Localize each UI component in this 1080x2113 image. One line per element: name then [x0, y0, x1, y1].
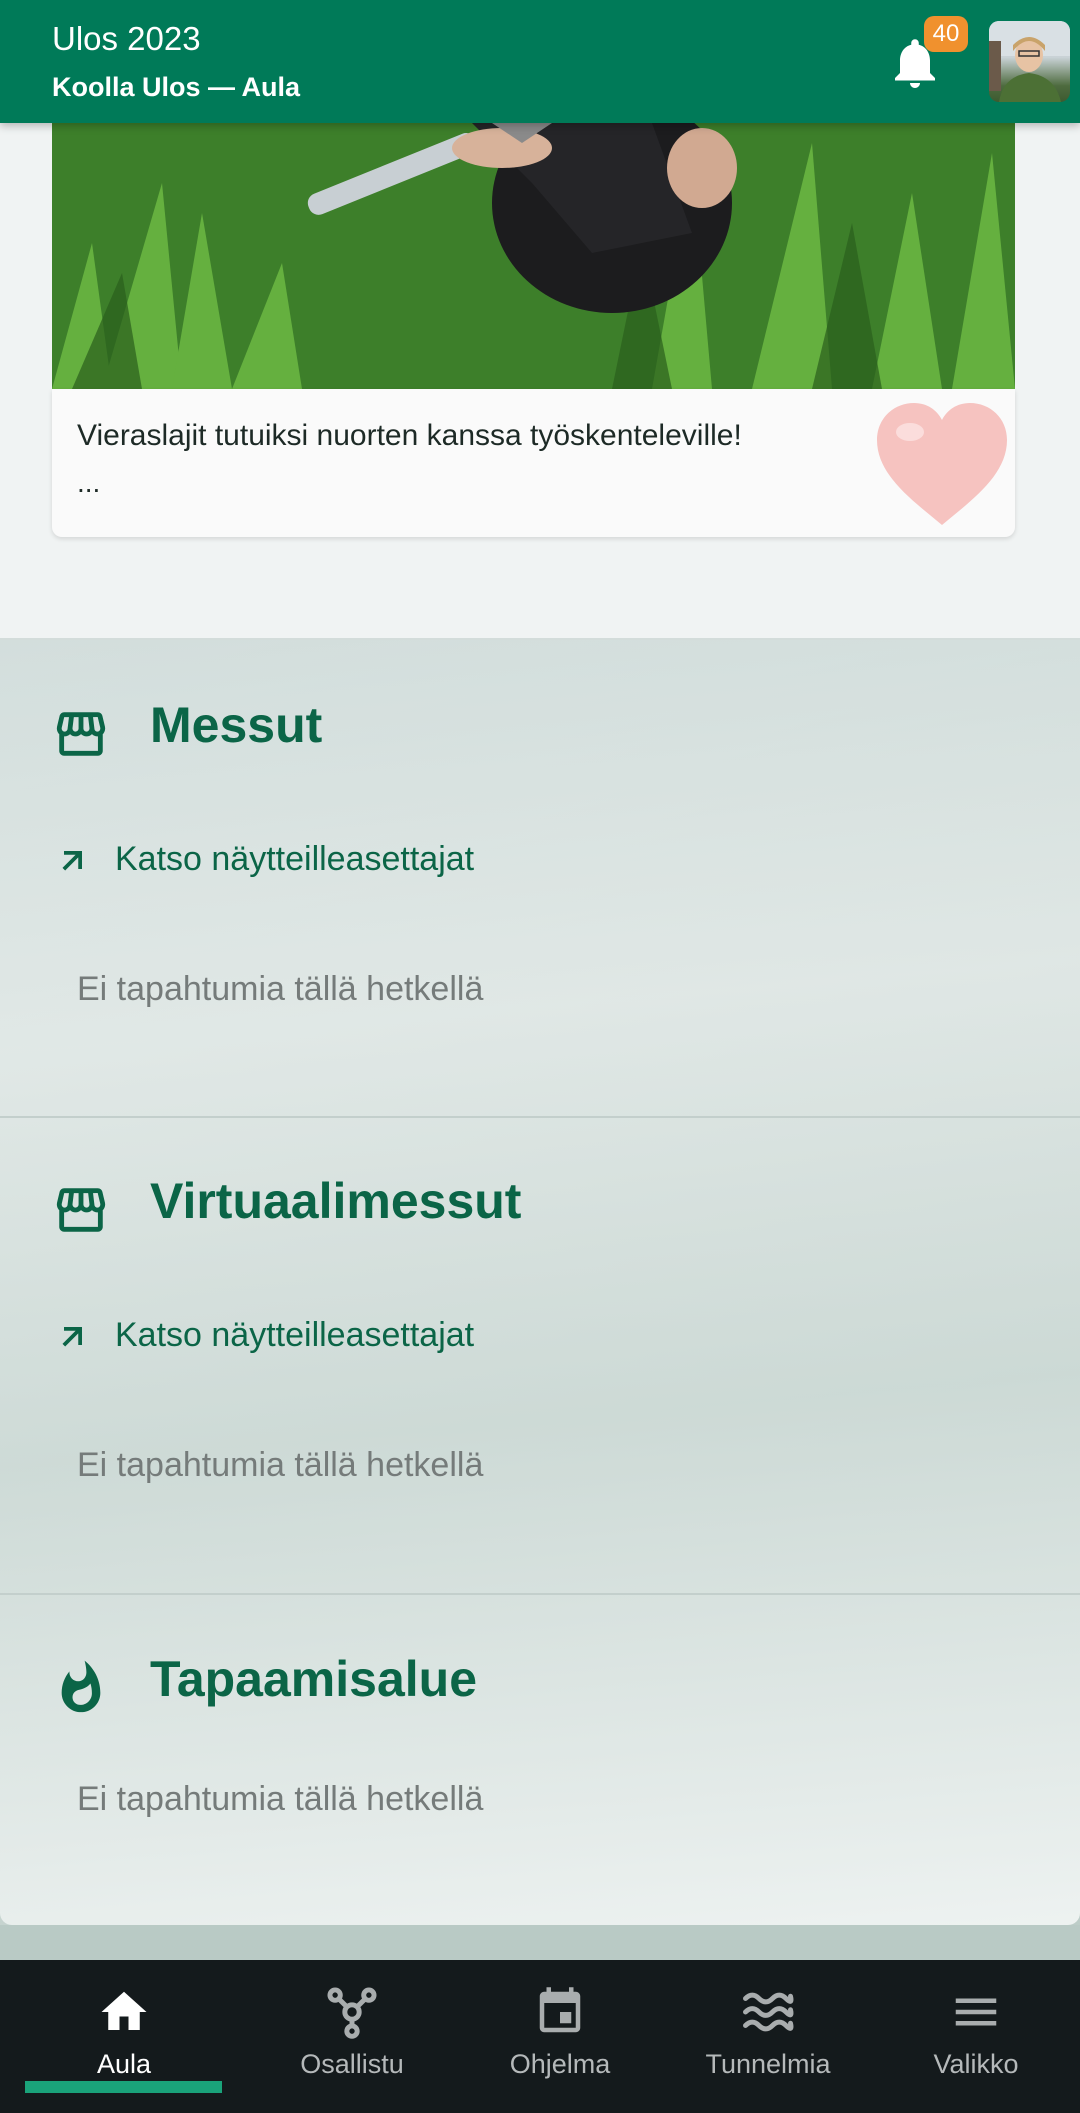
nav-item-aula[interactable]: Aula: [0, 1960, 248, 2113]
arrow-up-right-icon: [62, 850, 82, 870]
section-title: Messut: [150, 697, 323, 753]
nav-label: Aula: [96, 2049, 152, 2079]
storefront-icon: [52, 1181, 110, 1239]
news-card[interactable]: Vieraslajit tutuiksi nuorten kanssa työs…: [52, 389, 1015, 537]
waves-icon: [743, 1992, 794, 2032]
menu-icon: [955, 1998, 997, 2026]
bottom-navigation: Aula Osallistu Ohjelma Tunnelmia Valikko: [0, 1960, 1080, 2113]
exhibitors-link[interactable]: Katso näytteilleasettajat: [55, 840, 474, 879]
home-icon: [101, 1991, 147, 2030]
nav-label: Tunnelmia: [705, 2049, 831, 2079]
news-image[interactable]: [52, 123, 1015, 389]
section-title: Tapaamisalue: [150, 1651, 478, 1707]
calendar-icon: [539, 1987, 581, 2033]
nav-item-valikko[interactable]: Valikko: [872, 1960, 1080, 2113]
empty-state-text: Ei tapahtumia tällä hetkellä: [77, 970, 484, 1008]
active-indicator: [25, 2081, 222, 2093]
app-header: Ulos 2023 Koolla Ulos — Aula 40: [0, 0, 1080, 123]
nav-label: Ohjelma: [509, 2049, 611, 2079]
news-excerpt: ...: [77, 467, 101, 498]
page-subtitle: Koolla Ulos — Aula: [52, 72, 301, 102]
user-avatar[interactable]: [989, 21, 1070, 102]
hub-icon: [327, 1987, 377, 2039]
section-messut: Messut Katso näytteilleasettajat Ei tapa…: [0, 640, 1080, 1118]
heart-icon[interactable]: [872, 400, 1012, 530]
sections-panel: Messut Katso näytteilleasettajat Ei tapa…: [0, 638, 1080, 1925]
link-label: Katso näytteilleasettajat: [115, 840, 475, 878]
nav-item-ohjelma[interactable]: Ohjelma: [456, 1960, 664, 2113]
empty-state-text: Ei tapahtumia tällä hetkellä: [77, 1780, 484, 1818]
section-virtuaalimessut: Virtuaalimessut Katso näytteilleasettaja…: [0, 1118, 1080, 1595]
news-title: Vieraslajit tutuiksi nuorten kanssa työs…: [77, 419, 742, 452]
exhibitors-link[interactable]: Katso näytteilleasettajat: [55, 1316, 474, 1355]
section-title: Virtuaalimessut: [150, 1173, 522, 1229]
content-background: [0, 1925, 1080, 1960]
event-title: Ulos 2023: [52, 20, 201, 57]
notification-badge: 40: [924, 16, 968, 52]
nav-item-osallistu[interactable]: Osallistu: [248, 1960, 456, 2113]
flame-icon: [52, 1659, 110, 1717]
arrow-up-right-icon: [62, 1326, 82, 1346]
empty-state-text: Ei tapahtumia tällä hetkellä: [77, 1446, 484, 1484]
nav-item-tunnelmia[interactable]: Tunnelmia: [664, 1960, 872, 2113]
link-label: Katso näytteilleasettajat: [115, 1316, 475, 1354]
nav-label: Osallistu: [300, 2049, 404, 2079]
nav-label: Valikko: [933, 2049, 1019, 2079]
section-tapaamisalue: Tapaamisalue Ei tapahtumia tällä hetkell…: [0, 1595, 1080, 1925]
storefront-icon: [52, 705, 110, 763]
